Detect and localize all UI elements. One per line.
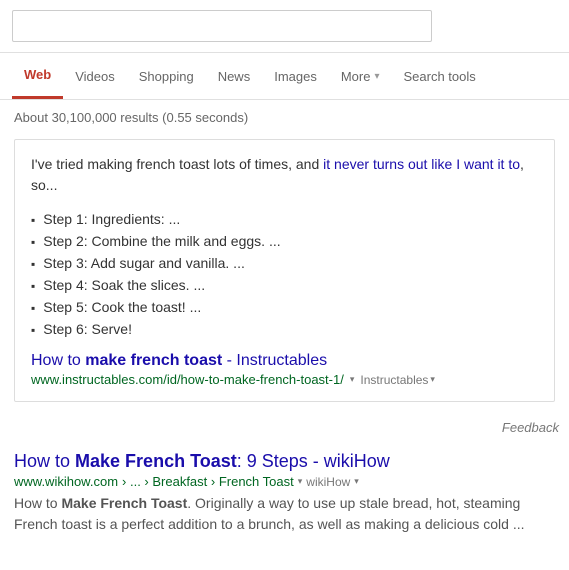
featured-snippet: I've tried making french toast lots of t… (14, 139, 555, 402)
snippet-source-badge: Instructables ▾ (360, 373, 435, 387)
step-item: Step 2: Combine the milk and eggs. ... (31, 230, 538, 252)
snippet-text: I've tried making french toast lots of t… (31, 154, 538, 196)
results-count: About 30,100,000 results (0.55 seconds) (0, 100, 569, 135)
second-result-breadcrumb: › ... › Breakfast › French Toast (122, 474, 294, 489)
snippet-result-link[interactable]: How to make french toast - Instructables (31, 352, 538, 370)
url-dropdown-icon[interactable]: ▾ (350, 374, 355, 385)
second-result-source: wikiHow (306, 475, 350, 489)
tab-videos[interactable]: Videos (63, 55, 127, 98)
second-result-link[interactable]: How to Make French Toast: 9 Steps - wiki… (14, 451, 555, 472)
chevron-down-icon: ▾ (374, 71, 379, 82)
second-result-description: How to Make French Toast. Originally a w… (14, 493, 555, 535)
feedback-label[interactable]: Feedback (502, 420, 559, 435)
tab-search-tools[interactable]: Search tools (392, 55, 488, 98)
tab-news[interactable]: News (206, 55, 263, 98)
tab-images[interactable]: Images (262, 55, 329, 98)
snippet-url: www.instructables.com/id/how-to-make-fre… (31, 372, 344, 387)
second-result-url: www.wikihow.com (14, 474, 118, 489)
step-item: Step 3: Add sugar and vanilla. ... (31, 252, 538, 274)
tab-web[interactable]: Web (12, 53, 63, 99)
source-dropdown-icon[interactable]: ▾ (430, 374, 435, 385)
step-item: Step 1: Ingredients: ... (31, 208, 538, 230)
step-item: Step 4: Soak the slices. ... (31, 274, 538, 296)
search-bar-container: make french toast (0, 0, 569, 53)
feedback-row: Feedback (0, 416, 569, 441)
second-source-dropdown-icon[interactable]: ▾ (354, 476, 359, 487)
steps-list: Step 1: Ingredients: ... Step 2: Combine… (31, 208, 538, 340)
nav-tabs: Web Videos Shopping News Images More ▾ S… (0, 53, 569, 100)
step-item: Step 6: Serve! (31, 318, 538, 340)
second-url-dropdown-icon[interactable]: ▾ (298, 476, 303, 487)
search-input[interactable]: make french toast (12, 10, 432, 42)
second-result-url-row: www.wikihow.com › ... › Breakfast › Fren… (14, 474, 555, 489)
second-result: How to Make French Toast: 9 Steps - wiki… (0, 441, 569, 549)
snippet-url-row: www.instructables.com/id/how-to-make-fre… (31, 372, 538, 387)
tab-shopping[interactable]: Shopping (127, 55, 206, 98)
step-item: Step 5: Cook the toast! ... (31, 296, 538, 318)
tab-more[interactable]: More ▾ (329, 55, 392, 98)
